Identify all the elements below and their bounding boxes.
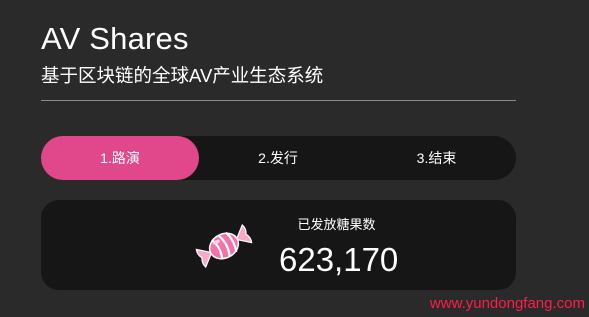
candy-count-label: 已发放糖果数 [297, 217, 376, 232]
page-subtitle: 基于区块链的全球AV产业生态系统 [41, 65, 324, 86]
watermark: www.yundongfang.com [429, 295, 585, 312]
page-title: AV Shares [41, 21, 189, 56]
candy-icon [195, 223, 253, 269]
tab-roadshow[interactable]: 1.路演 [41, 136, 199, 180]
candy-count-value: 623,170 [279, 241, 399, 278]
tab-end[interactable]: 3.结束 [357, 136, 516, 180]
header-divider [41, 100, 516, 101]
step-tabs: 1.路演 2.发行 3.结束 [41, 136, 516, 180]
tab-issuance[interactable]: 2.发行 [199, 136, 357, 180]
candy-stats-card: 已发放糖果数 623,170 [41, 200, 516, 290]
